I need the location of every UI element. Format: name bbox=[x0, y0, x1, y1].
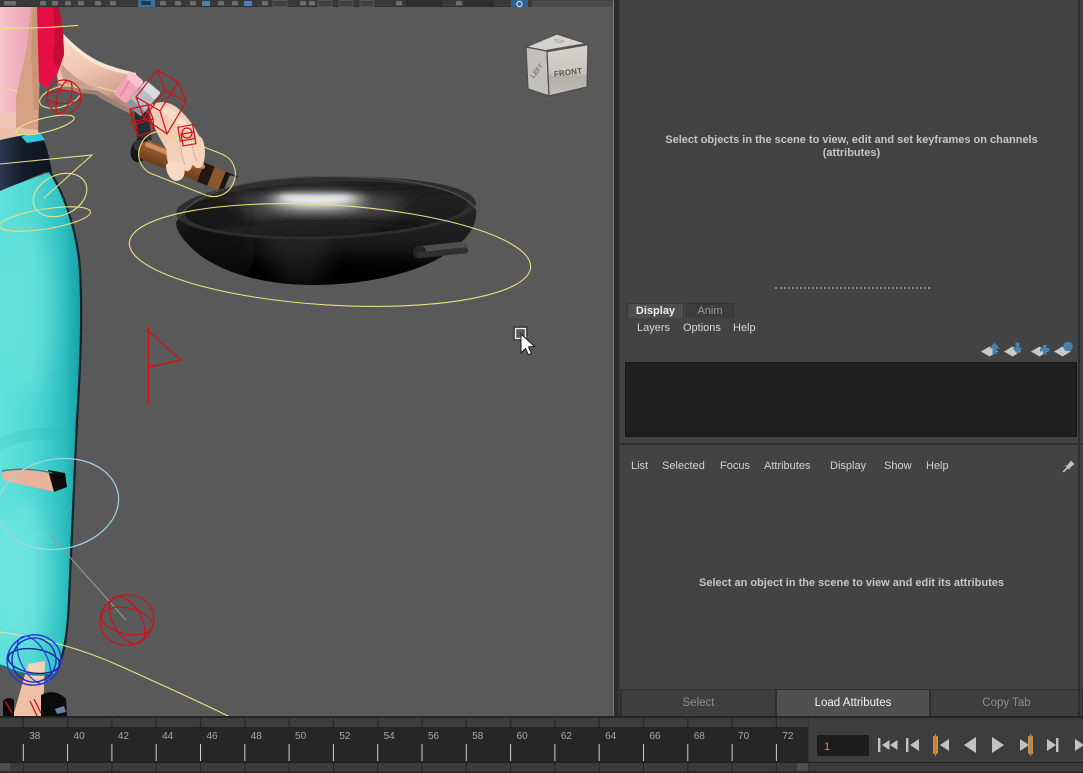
svg-text:54: 54 bbox=[384, 731, 396, 742]
svg-text:48: 48 bbox=[251, 731, 263, 742]
svg-text:56: 56 bbox=[428, 731, 440, 742]
svg-text:44: 44 bbox=[162, 731, 174, 742]
svg-text:68: 68 bbox=[694, 731, 706, 742]
svg-text:1: 1 bbox=[824, 741, 830, 753]
svg-text:70: 70 bbox=[738, 731, 750, 742]
svg-text:52: 52 bbox=[339, 731, 351, 742]
svg-text:42: 42 bbox=[118, 731, 130, 742]
svg-text:46: 46 bbox=[206, 731, 218, 742]
svg-text:40: 40 bbox=[74, 731, 86, 742]
svg-text:72: 72 bbox=[782, 731, 794, 742]
svg-text:64: 64 bbox=[605, 731, 617, 742]
svg-text:38: 38 bbox=[29, 731, 41, 742]
svg-text:58: 58 bbox=[472, 731, 484, 742]
svg-text:66: 66 bbox=[649, 731, 661, 742]
svg-text:62: 62 bbox=[561, 731, 573, 742]
svg-text:60: 60 bbox=[517, 731, 529, 742]
svg-text:50: 50 bbox=[295, 731, 307, 742]
